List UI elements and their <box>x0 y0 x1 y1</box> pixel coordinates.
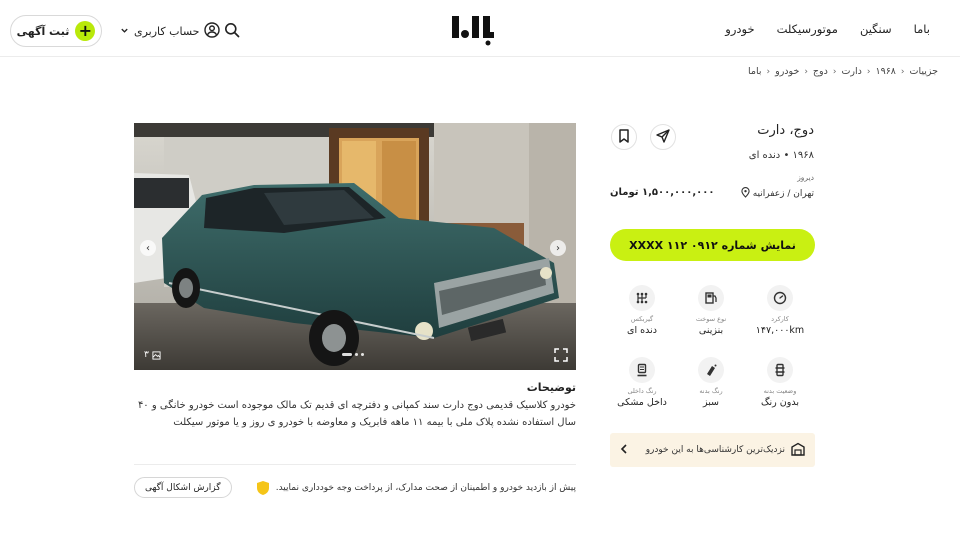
safety-warning: پیش از بازدید خودرو و اطمینان از صحت مدا… <box>256 480 576 496</box>
nav-item-motorcycles[interactable]: موتورسیکلت <box>777 22 838 36</box>
posted-time: دیروز <box>797 173 814 182</box>
nav-item-bama[interactable]: باما <box>914 22 930 36</box>
photo-count: ۳ <box>144 350 149 360</box>
chevron-left-icon <box>620 443 628 457</box>
chevron-left-icon: ‹ <box>804 66 808 77</box>
post-ad-button[interactable]: + ثبت آگهی <box>10 15 102 47</box>
price: ۱,۵۰۰,۰۰۰,۰۰۰ تومان <box>610 187 715 198</box>
send-icon <box>656 128 670 147</box>
description-text: خودرو کلاسیک قدیمی دوج دارت سند کمپانی و… <box>137 400 576 428</box>
spec-value: ۱۴۷,۰۰۰km <box>755 325 805 336</box>
breadcrumb-item[interactable]: ۱۹۶۸ <box>876 66 896 77</box>
location: تهران / زعفرانیه <box>741 187 814 201</box>
fuel-icon <box>698 285 724 311</box>
account-label: حساب کاربری <box>134 25 200 38</box>
car-seat-icon <box>629 357 655 383</box>
previous-photo-button[interactable]: ‹ <box>140 240 156 256</box>
bama-logo[interactable] <box>450 14 498 46</box>
location-pin-icon <box>741 187 750 201</box>
breadcrumb-item[interactable]: خودرو <box>775 66 799 77</box>
search-icon[interactable] <box>224 22 242 40</box>
car-title: دوج، دارت <box>757 123 814 138</box>
building-icon <box>791 442 805 459</box>
nav-item-cars[interactable]: خودرو <box>725 22 754 36</box>
spec-label: گیربکس <box>630 315 654 323</box>
user-icon <box>204 22 221 41</box>
spec-label: رنگ داخلی <box>627 387 657 395</box>
spec-fuel: نوع سوخت بنزینی <box>681 285 741 336</box>
description-title: توضیحات <box>526 381 576 394</box>
site-header: + ثبت آگهی حساب کاربری خودرو موتورسیکلت … <box>0 0 960 57</box>
car-subtitle: ۱۹۶۸ • دنده ای <box>748 150 814 161</box>
breadcrumb-item[interactable]: باما <box>748 66 762 77</box>
chevron-down-icon <box>120 25 129 38</box>
breadcrumb-item[interactable]: دوج <box>813 66 828 77</box>
spec-value: بنزینی <box>698 325 724 336</box>
spec-value: داخل مشکی <box>617 397 667 408</box>
breadcrumb: باما ‹ خودرو ‹ دوج ‹ دارت ‹ ۱۹۶۸ ‹ جزییا… <box>748 66 938 77</box>
photo-pagination-dots <box>342 353 364 356</box>
shield-warning-icon <box>256 480 270 496</box>
spec-label: وضعیت بدنه <box>763 387 797 395</box>
report-ad-button[interactable]: گزارش اشکال آگهی <box>134 477 232 498</box>
spec-label: نوع سوخت <box>695 315 727 323</box>
chevron-left-icon: ‹ <box>832 66 837 77</box>
safety-warning-text: پیش از بازدید خودرو و اطمینان از صحت مدا… <box>275 483 576 493</box>
next-photo-button[interactable]: › <box>550 240 566 256</box>
main-nav: خودرو موتورسیکلت سنگین باما <box>725 22 930 36</box>
location-text: تهران / زعفرانیه <box>752 189 814 199</box>
pagination-dot[interactable] <box>361 353 364 356</box>
pagination-dot-active[interactable] <box>342 353 352 356</box>
spec-value: بدون رنگ <box>761 397 799 408</box>
spec-label: رنگ بدنه <box>699 387 723 395</box>
nav-item-heavy[interactable]: سنگین <box>860 22 892 36</box>
bookmark-icon <box>618 128 630 147</box>
chevron-left-icon: ‹ <box>766 66 771 77</box>
chevron-left-icon: ‹ <box>900 66 905 77</box>
spray-paint-icon <box>698 357 724 383</box>
breadcrumb-item[interactable]: دارت <box>841 66 861 77</box>
spec-body-color: رنگ بدنه سبز <box>681 357 741 408</box>
plus-icon: + <box>75 21 96 41</box>
pagination-dot[interactable] <box>355 353 358 356</box>
show-phone-button[interactable]: نمایش شماره ۰۹۱۲ ۱۱۲ XXXX <box>610 229 815 261</box>
bookmark-button[interactable] <box>611 124 637 150</box>
spec-label: کارکرد <box>771 315 789 323</box>
share-button[interactable] <box>650 124 676 150</box>
spec-value: دنده ای <box>627 325 657 336</box>
photo-counter: ۳ <box>144 350 161 360</box>
account-menu[interactable]: حساب کاربری <box>120 22 221 41</box>
gearbox-icon <box>629 285 655 311</box>
car-photo-gallery[interactable]: ‹ › ۳ <box>134 123 576 370</box>
spec-body-condition: وضعیت بدنه بدون رنگ <box>750 357 810 408</box>
paint-condition-icon <box>767 357 793 383</box>
spec-value: سبز <box>702 397 720 408</box>
nearest-inspection-centers-button[interactable]: نزدیک‌ترین کارشناسی‌ها به این خودرو <box>610 433 815 467</box>
car-photo <box>134 123 576 370</box>
spec-mileage: کارکرد ۱۴۷,۰۰۰km <box>750 285 810 336</box>
image-icon <box>152 350 161 360</box>
speedometer-icon <box>767 285 793 311</box>
divider <box>134 464 576 465</box>
fullscreen-icon[interactable] <box>554 348 568 362</box>
breadcrumb-current: جزییات <box>909 66 938 77</box>
spec-gearbox: گیربکس دنده ای <box>612 285 672 336</box>
post-ad-label: ثبت آگهی <box>16 24 70 38</box>
nearest-inspection-centers-label: نزدیک‌ترین کارشناسی‌ها به این خودرو <box>645 445 785 455</box>
spec-interior-color: رنگ داخلی داخل مشکی <box>612 357 672 408</box>
chevron-left-icon: ‹ <box>866 66 871 77</box>
